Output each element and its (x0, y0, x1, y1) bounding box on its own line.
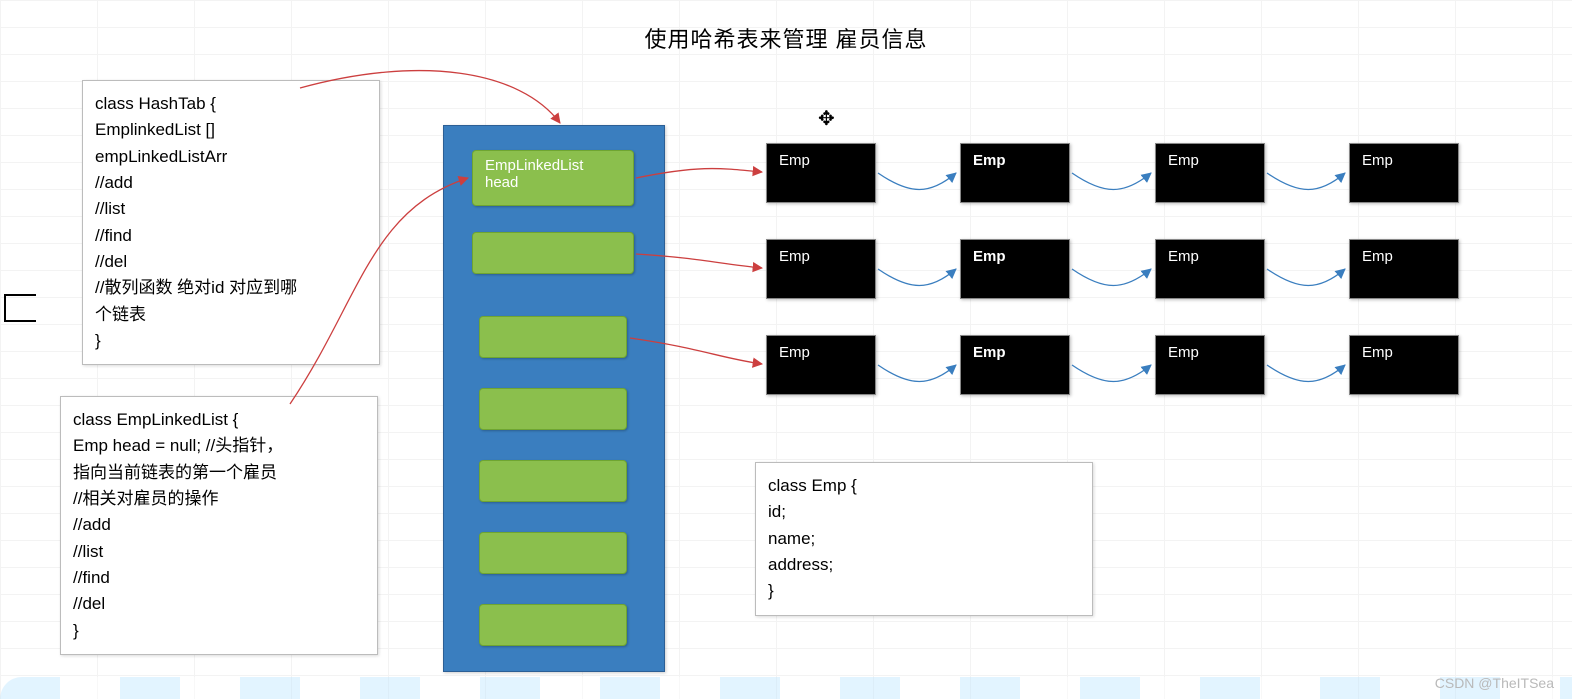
emp-node: Emp (960, 335, 1070, 395)
emp-node: Emp (1349, 239, 1459, 299)
bucket-4 (479, 460, 627, 502)
emp-class-box: class Emp { id; name; address; } (755, 462, 1093, 616)
code-line: //del (73, 591, 363, 617)
code-line: name; (768, 526, 1078, 552)
code-line: Emp head = null; //头指针， (73, 433, 363, 459)
bucket-6 (479, 604, 627, 646)
bucket-label-line2: head (485, 174, 621, 191)
code-line: id; (768, 499, 1078, 525)
code-line: //del (95, 249, 365, 275)
bucket-3 (479, 388, 627, 430)
emp-node: Emp (766, 335, 876, 395)
code-line: 指向当前链表的第一个雇员 (73, 460, 363, 486)
code-line: //list (73, 539, 363, 565)
code-line: //add (95, 170, 365, 196)
emp-node: Emp (1155, 143, 1265, 203)
code-line: address; (768, 552, 1078, 578)
code-line: } (73, 618, 363, 644)
emp-node: Emp (1349, 143, 1459, 203)
code-line: //find (73, 565, 363, 591)
code-line: class Emp { (768, 473, 1078, 499)
code-line: //list (95, 196, 365, 222)
code-line: } (768, 578, 1078, 604)
code-line: class HashTab { (95, 91, 365, 117)
emp-node: Emp (766, 239, 876, 299)
edge-selection-box (4, 294, 36, 322)
move-cursor-icon: ✥ (818, 106, 835, 131)
code-line: } (95, 328, 365, 354)
code-line: 个链表 (95, 302, 365, 328)
watermark-text: CSDN @TheITSea (1435, 675, 1554, 691)
emp-node: Emp (1155, 239, 1265, 299)
code-line: //相关对雇员的操作 (73, 486, 363, 512)
emp-node: Emp (960, 143, 1070, 203)
code-line: //add (73, 512, 363, 538)
emp-node: Emp (960, 239, 1070, 299)
bucket-5 (479, 532, 627, 574)
emp-node: Emp (766, 143, 876, 203)
code-line: //find (95, 223, 365, 249)
emplinkedlist-class-box: class EmpLinkedList { Emp head = null; /… (60, 396, 378, 655)
bucket-label-line1: EmpLinkedList (485, 157, 621, 174)
bucket-2 (479, 316, 627, 358)
diagram-title: 使用哈希表来管理 雇员信息 (0, 22, 1572, 54)
emp-node: Emp (1155, 335, 1265, 395)
bottom-wave-decoration (0, 677, 1572, 699)
hashtab-class-box: class HashTab { EmplinkedList [] empLink… (82, 80, 380, 365)
emp-node: Emp (1349, 335, 1459, 395)
code-line: class EmpLinkedList { (73, 407, 363, 433)
code-line: //散列函数 绝对id 对应到哪 (95, 275, 365, 301)
bucket-0-head: EmpLinkedList head (472, 150, 634, 206)
code-line: empLinkedListArr (95, 144, 365, 170)
bucket-1 (472, 232, 634, 274)
code-line: EmplinkedList [] (95, 117, 365, 143)
